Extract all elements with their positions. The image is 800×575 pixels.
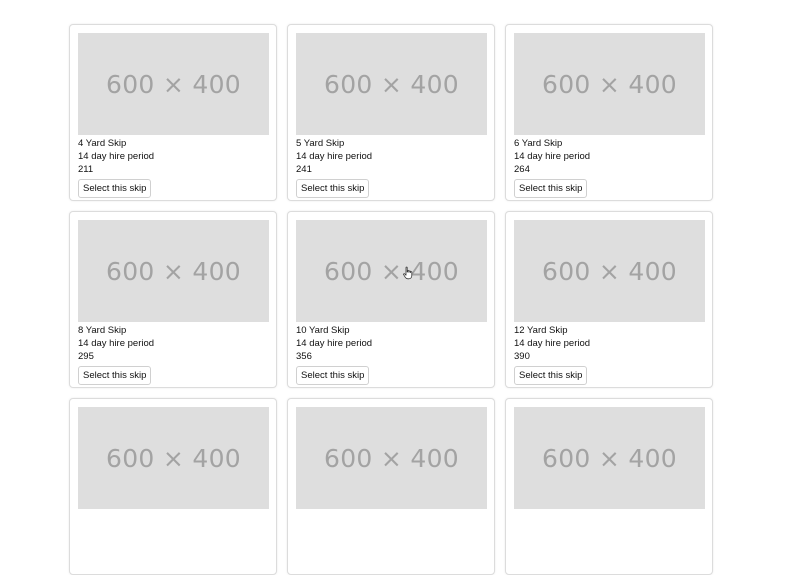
skip-title: 12 Yard Skip (514, 325, 568, 336)
skip-image-placeholder: 600 × 400 (296, 33, 487, 135)
skip-image-placeholder: 600 × 400 (78, 407, 269, 509)
select-skip-button[interactable]: Select this skip (296, 179, 370, 198)
skip-card: 600 × 400 5 Yard Skip 14 day hire period… (287, 24, 495, 201)
skip-title: 8 Yard Skip (78, 325, 127, 336)
skip-hire-period: 14 day hire period (514, 151, 591, 162)
skip-price: 264 (514, 164, 530, 175)
skip-price: 356 (296, 351, 312, 362)
skip-hire-period: 14 day hire period (514, 338, 591, 349)
skip-hire-period: 14 day hire period (78, 338, 155, 349)
skip-price: 390 (514, 351, 530, 362)
skip-image-placeholder: 600 × 400 (514, 220, 705, 322)
skip-image-placeholder: 600 × 400 (78, 220, 269, 322)
skip-card: 600 × 400 10 Yard Skip 14 day hire perio… (287, 211, 495, 388)
skip-card: 600 × 400 (505, 398, 713, 575)
skip-title: 4 Yard Skip (78, 138, 127, 149)
skip-image-placeholder: 600 × 400 (514, 33, 705, 135)
skip-hire-period: 14 day hire period (296, 151, 373, 162)
skip-card: 600 × 400 12 Yard Skip 14 day hire perio… (505, 211, 713, 388)
skip-title: 5 Yard Skip (296, 138, 345, 149)
skip-price: 211 (78, 164, 94, 175)
select-skip-button[interactable]: Select this skip (78, 179, 152, 198)
skip-card: 600 × 400 6 Yard Skip 14 day hire period… (505, 24, 713, 201)
skip-card: 600 × 400 8 Yard Skip 14 day hire period… (69, 211, 277, 388)
skip-price: 295 (78, 351, 94, 362)
skip-hire-period: 14 day hire period (78, 151, 155, 162)
hand-pointer-cursor-icon (403, 266, 413, 280)
skip-image-placeholder: 600 × 400 (296, 407, 487, 509)
skip-image-placeholder: 600 × 400 (296, 220, 487, 322)
select-skip-button[interactable]: Select this skip (78, 366, 152, 385)
select-skip-button[interactable]: Select this skip (514, 366, 588, 385)
select-skip-button[interactable]: Select this skip (514, 179, 588, 198)
skip-price: 241 (296, 164, 312, 175)
skip-card: 600 × 400 (287, 398, 495, 575)
select-skip-button[interactable]: Select this skip (296, 366, 370, 385)
skip-card: 600 × 400 (69, 398, 277, 575)
skip-grid: 600 × 400 4 Yard Skip 14 day hire period… (69, 24, 713, 575)
skip-image-placeholder: 600 × 400 (514, 407, 705, 509)
skip-title: 10 Yard Skip (296, 325, 350, 336)
skip-image-placeholder: 600 × 400 (78, 33, 269, 135)
skip-card: 600 × 400 4 Yard Skip 14 day hire period… (69, 24, 277, 201)
skip-title: 6 Yard Skip (514, 138, 563, 149)
skip-hire-period: 14 day hire period (296, 338, 373, 349)
